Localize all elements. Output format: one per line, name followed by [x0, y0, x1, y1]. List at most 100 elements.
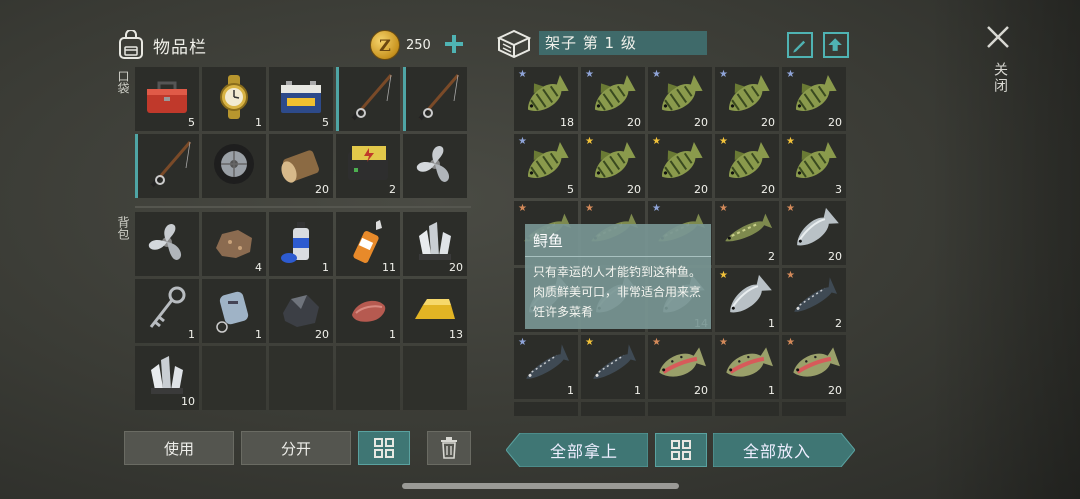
- item-count: 3: [835, 183, 842, 196]
- item-count: 1: [255, 116, 262, 129]
- upgrade-button[interactable]: [823, 32, 849, 58]
- take-all-button[interactable]: 全部拿上: [520, 433, 648, 467]
- shelf-slot-partial: [782, 402, 846, 416]
- shelf-slot[interactable]: ★ 20: [782, 335, 846, 399]
- propeller-icon: [148, 223, 182, 260]
- item-count: 2: [768, 250, 775, 263]
- item-count: 10: [181, 395, 195, 408]
- key-icon: [149, 286, 186, 328]
- backpack-slot[interactable]: 4: [202, 212, 266, 276]
- rename-edit-button[interactable]: [787, 32, 813, 58]
- shelf-slot[interactable]: ★ 1: [514, 335, 578, 399]
- shelf-slot[interactable]: ★ 20: [648, 335, 712, 399]
- backpack-slot[interactable]: 20: [403, 212, 467, 276]
- item-count: 20: [761, 183, 775, 196]
- close-label[interactable]: 关闭: [990, 62, 1010, 94]
- sausage-icon: [352, 300, 386, 322]
- sturgeon-fish-icon: [593, 344, 637, 379]
- shelf-slot[interactable]: ★ 20: [782, 67, 846, 131]
- grid-icon: [671, 440, 691, 460]
- shelf-slot-partial: [648, 402, 712, 416]
- trash-button[interactable]: [427, 431, 471, 465]
- quality-star-icon: ★: [585, 203, 594, 214]
- backpack-slot[interactable]: 1: [336, 279, 400, 343]
- pocket-grid: 5 1 5 20 2: [135, 67, 467, 198]
- electronic-device-icon: [348, 146, 388, 180]
- backpack-slot[interactable]: [403, 346, 467, 410]
- pocket-slot[interactable]: 1: [202, 67, 266, 131]
- pocket-slot[interactable]: 5: [269, 67, 333, 131]
- fishing-rod-icon: [150, 141, 192, 188]
- backpack-slot[interactable]: 10: [135, 346, 199, 410]
- put-all-button[interactable]: 全部放入: [713, 433, 841, 467]
- add-coins-button[interactable]: [440, 30, 468, 58]
- backpack-slot[interactable]: 20: [269, 279, 333, 343]
- pocket-label: 口袋: [116, 70, 130, 94]
- trash-icon: [441, 437, 457, 459]
- item-count: 20: [449, 261, 463, 274]
- item-count: 20: [627, 183, 641, 196]
- backpack-slot[interactable]: [202, 346, 266, 410]
- item-count: 20: [761, 116, 775, 129]
- item-count: 20: [694, 384, 708, 397]
- item-count: 20: [828, 384, 842, 397]
- backpack-icon: [119, 30, 143, 59]
- perch-fish-icon: [527, 142, 569, 178]
- item-count: 1: [567, 384, 574, 397]
- backpack-slot[interactable]: [269, 346, 333, 410]
- split-button[interactable]: 分开: [241, 431, 351, 465]
- pocket-slot[interactable]: [403, 134, 467, 198]
- pocket-slot[interactable]: 20: [269, 134, 333, 198]
- sort-grid-button[interactable]: [358, 431, 410, 465]
- shelf-slot[interactable]: ★ 1: [715, 335, 779, 399]
- pocket-slot[interactable]: [336, 67, 400, 131]
- shelf-slot[interactable]: ★ 1: [581, 335, 645, 399]
- salmon-fish-icon: [730, 274, 772, 313]
- use-button[interactable]: 使用: [124, 431, 234, 465]
- coin-icon: Z: [370, 30, 400, 60]
- backpack-slot[interactable]: [135, 212, 199, 276]
- pocket-slot[interactable]: 5: [135, 67, 199, 131]
- item-count: 1: [768, 317, 775, 330]
- shelf-slot[interactable]: ★ 2: [715, 201, 779, 265]
- backpack-slot[interactable]: 1: [202, 279, 266, 343]
- shelf-slot[interactable]: ★ 5: [514, 134, 578, 198]
- close-icon[interactable]: [985, 24, 1011, 50]
- pocket-slot[interactable]: 2: [336, 134, 400, 198]
- quality-star-icon: ★: [786, 337, 795, 348]
- shelf-slot[interactable]: ★ 20: [648, 134, 712, 198]
- shelf-slot[interactable]: ★ 20: [715, 134, 779, 198]
- grid-icon: [374, 438, 394, 458]
- coin-balance: Z 250: [370, 30, 431, 60]
- wheel-icon: [214, 144, 254, 184]
- shelf-slot[interactable]: ★ 20: [581, 67, 645, 131]
- item-count: 20: [694, 183, 708, 196]
- backpack-slot[interactable]: [336, 346, 400, 410]
- backpack-slot[interactable]: 1: [135, 279, 199, 343]
- backpack-slot[interactable]: 13: [403, 279, 467, 343]
- shelf-slot[interactable]: ★ 20: [782, 201, 846, 265]
- shelf-sort-button[interactable]: [655, 433, 707, 467]
- shelf-slot[interactable]: ★ 20: [715, 67, 779, 131]
- shelf-slot[interactable]: ★ 20: [648, 67, 712, 131]
- item-count: 1: [255, 328, 262, 341]
- quality-star-icon: ★: [518, 203, 527, 214]
- quality-star-icon: ★: [719, 69, 728, 80]
- fishing-rod-icon: [418, 74, 460, 121]
- backpack-slot[interactable]: 11: [336, 212, 400, 276]
- quality-star-icon: ★: [652, 337, 661, 348]
- tooltip-description: 只有幸运的人才能钓到这种鱼。肉质鲜美可口，非常适合用来烹饪许多菜肴: [533, 265, 702, 319]
- quality-star-icon: ★: [786, 69, 795, 80]
- shelf-slot[interactable]: ★ 18: [514, 67, 578, 131]
- pocket-slot[interactable]: [202, 134, 266, 198]
- shelf-slot[interactable]: ★ 3: [782, 134, 846, 198]
- shelf-slot[interactable]: ★ 20: [581, 134, 645, 198]
- pocket-slot[interactable]: [135, 134, 199, 198]
- quality-star-icon: ★: [719, 337, 728, 348]
- shelf-slot[interactable]: ★ 2: [782, 268, 846, 332]
- fishing-rod-icon: [351, 74, 393, 121]
- pocket-slot[interactable]: [403, 67, 467, 131]
- quality-star-icon: ★: [652, 136, 661, 147]
- shelf-slot[interactable]: ★ 1: [715, 268, 779, 332]
- backpack-slot[interactable]: 1: [269, 212, 333, 276]
